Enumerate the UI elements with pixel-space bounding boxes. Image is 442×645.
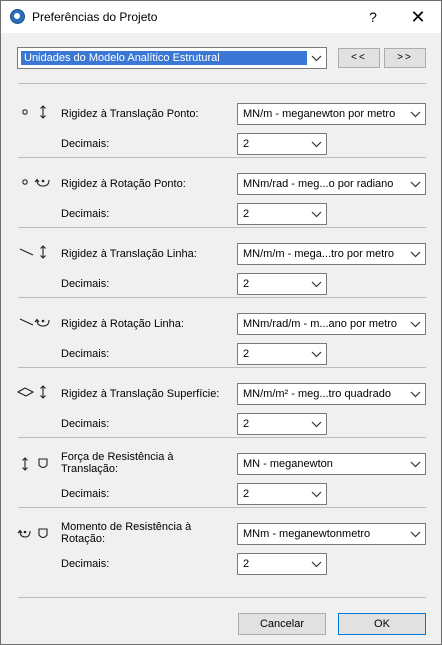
surface-translation-stiffness-label: Rigidez à Translação Superfície:	[61, 388, 220, 400]
line-translation-icon	[19, 245, 46, 259]
chevron-down-icon	[410, 181, 421, 188]
decimals-label: Decimais:	[61, 558, 110, 570]
point-translation-unit-select[interactable]: MN/m - meganewton por metro	[237, 103, 426, 125]
line-rotation-unit-select[interactable]: MNm/rad/m - m...ano por metro	[237, 313, 426, 335]
translation-resistance-icon	[22, 457, 48, 471]
point-translation-decimals-select[interactable]: 2	[237, 133, 327, 155]
separator	[18, 157, 426, 158]
decimals-label: Decimais:	[61, 208, 110, 220]
rotation-resistance-label-line1: Momento de Resistência à	[61, 521, 192, 533]
surface-translation-unit-select[interactable]: MN/m/m² - meg...tro quadrado	[237, 383, 426, 405]
decimals-label: Decimais:	[61, 348, 110, 360]
point-rotation-unit-value: MNm/rad - meg...o por radiano	[243, 178, 394, 190]
line-rotation-stiffness-label: Rigidez à Rotação Linha:	[61, 318, 184, 330]
separator	[18, 297, 426, 298]
chevron-down-icon	[410, 111, 421, 118]
rotation-resistance-decimals-select[interactable]: 2	[237, 553, 327, 575]
chevron-down-icon	[311, 55, 322, 62]
decimals-value: 2	[243, 418, 250, 430]
translation-resistance-label-line1: Força de Resistência à	[61, 451, 174, 463]
dialog-window: Preferências do Projeto ? ✕ Unidades do …	[0, 0, 442, 645]
next-page-button[interactable]: >>	[384, 48, 426, 68]
line-translation-unit-select[interactable]: MN/m/m - mega...tro por metro	[237, 243, 426, 265]
line-rotation-decimals-select[interactable]: 2	[237, 343, 327, 365]
translation-resistance-force-label: Força de Resistência à Translação:	[61, 451, 174, 475]
translation-resistance-unit-value: MN - meganewton	[243, 458, 333, 470]
rotation-resistance-unit-value: MNm - meganewtonmetro	[243, 528, 371, 540]
chevron-down-icon	[311, 141, 322, 148]
chevron-down-icon	[311, 211, 322, 218]
point-translation-stiffness-label: Rigidez à Translação Ponto:	[61, 108, 199, 120]
close-button[interactable]: ✕	[401, 5, 435, 29]
decimals-label: Decimais:	[61, 138, 110, 150]
decimals-value: 2	[243, 488, 250, 500]
point-translation-icon	[22, 105, 46, 119]
point-rotation-icon	[22, 178, 50, 187]
decimals-label: Decimais:	[61, 278, 110, 290]
title-bar: Preferências do Projeto ? ✕	[1, 1, 441, 33]
rotation-resistance-unit-select[interactable]: MNm - meganewtonmetro	[237, 523, 426, 545]
rotation-resistance-moment-label: Momento de Resistência à Rotação:	[61, 521, 191, 545]
chevron-down-icon	[311, 491, 322, 498]
point-translation-unit-value: MN/m - meganewton por metro	[243, 108, 396, 120]
decimals-label: Decimais:	[61, 418, 110, 430]
decimals-value: 2	[243, 348, 250, 360]
window-title: Preferências do Projeto	[32, 10, 158, 24]
separator	[18, 83, 426, 84]
separator	[18, 437, 426, 438]
translation-resistance-decimals-select[interactable]: 2	[237, 483, 327, 505]
rotation-resistance-label-line2: Rotação:	[61, 533, 106, 545]
chevron-down-icon	[311, 281, 322, 288]
separator	[18, 507, 426, 508]
decimals-value: 2	[243, 138, 250, 150]
separator	[18, 227, 426, 228]
chevron-down-icon	[410, 461, 421, 468]
chevron-down-icon	[311, 421, 322, 428]
point-rotation-decimals-select[interactable]: 2	[237, 203, 327, 225]
surface-translation-unit-value: MN/m/m² - meg...tro quadrado	[243, 388, 391, 400]
surface-translation-icon	[17, 385, 46, 399]
cancel-button[interactable]: Cancelar	[238, 613, 326, 635]
line-translation-stiffness-label: Rigidez à Translação Linha:	[61, 248, 197, 260]
decimals-value: 2	[243, 558, 250, 570]
ok-button[interactable]: OK	[338, 613, 426, 635]
point-rotation-stiffness-label: Rigidez à Rotação Ponto:	[61, 178, 186, 190]
app-logo-icon	[10, 9, 25, 24]
translation-resistance-unit-select[interactable]: MN - meganewton	[237, 453, 426, 475]
rotation-resistance-icon	[17, 528, 48, 539]
decimals-label: Decimais:	[61, 488, 110, 500]
chevron-down-icon	[410, 391, 421, 398]
separator	[18, 597, 426, 598]
chevron-down-icon	[311, 561, 322, 568]
line-rotation-icon	[19, 318, 50, 327]
category-dropdown-value: Unidades do Modelo Analítico Estrutural	[21, 51, 307, 65]
chevron-down-icon	[410, 251, 421, 258]
decimals-value: 2	[243, 278, 250, 290]
chevron-down-icon	[311, 351, 322, 358]
chevron-down-icon	[410, 321, 421, 328]
line-translation-decimals-select[interactable]: 2	[237, 273, 327, 295]
line-translation-unit-value: MN/m/m - mega...tro por metro	[243, 248, 394, 260]
translation-resistance-label-line2: Translação:	[61, 463, 119, 475]
previous-page-button[interactable]: <<	[338, 48, 380, 68]
surface-translation-decimals-select[interactable]: 2	[237, 413, 327, 435]
help-button[interactable]: ?	[359, 5, 387, 29]
category-dropdown[interactable]: Unidades do Modelo Analítico Estrutural	[17, 47, 327, 69]
point-rotation-unit-select[interactable]: MNm/rad - meg...o por radiano	[237, 173, 426, 195]
separator	[18, 367, 426, 368]
decimals-value: 2	[243, 208, 250, 220]
line-rotation-unit-value: MNm/rad/m - m...ano por metro	[243, 318, 398, 330]
chevron-down-icon	[410, 531, 421, 538]
